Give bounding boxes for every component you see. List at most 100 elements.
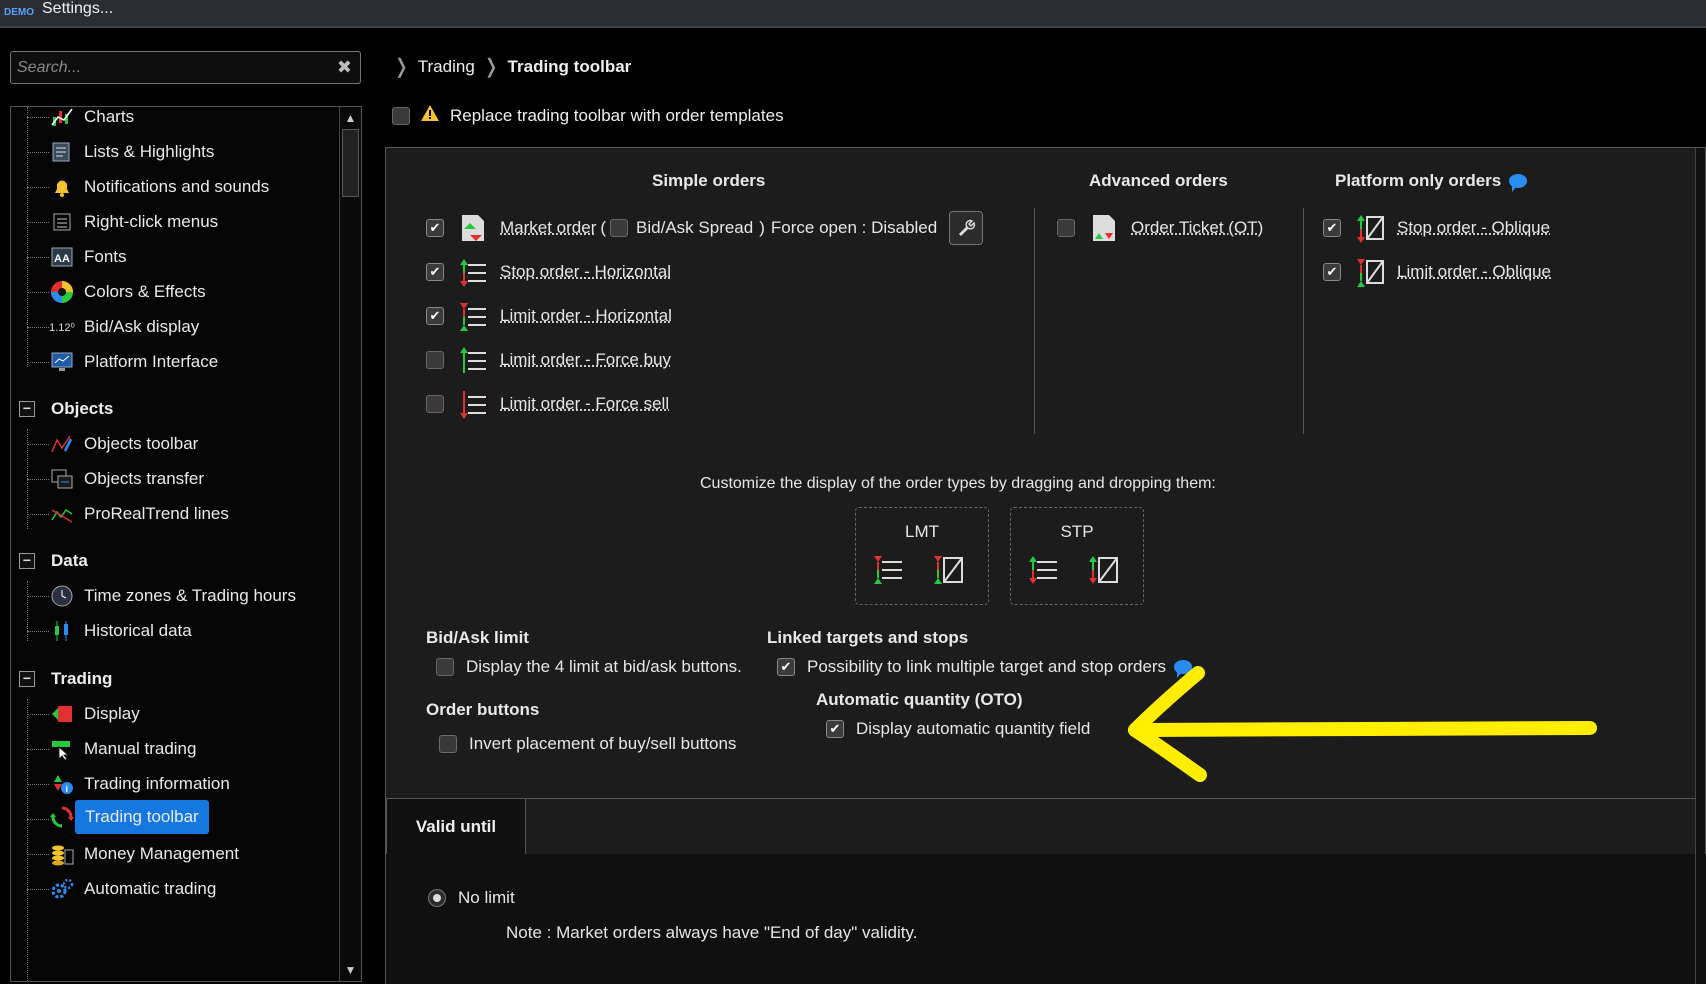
scroll-up-icon[interactable]: ▲ bbox=[340, 107, 361, 129]
tree-item-label: Trading toolbar bbox=[75, 800, 209, 834]
limit-horizontal-icon[interactable] bbox=[872, 554, 904, 591]
wrench-icon[interactable] bbox=[949, 211, 984, 245]
order-row-limit-oblique: ✔ Limit order - Oblique bbox=[1323, 254, 1551, 290]
monitor-icon bbox=[49, 349, 75, 375]
limit-horizontal-link[interactable]: Limit order - Horizontal bbox=[500, 306, 672, 326]
stop-oblique-link[interactable]: Stop order - Oblique bbox=[1397, 218, 1550, 238]
tree-item-manual-trading[interactable]: Manual trading bbox=[49, 734, 196, 764]
tree-category-objects[interactable]: − Objects bbox=[19, 399, 113, 419]
breadcrumb-parent[interactable]: Trading bbox=[418, 57, 475, 77]
order-ticket-checkbox[interactable] bbox=[1057, 219, 1075, 237]
no-limit-radio[interactable] bbox=[428, 889, 446, 907]
limit-oblique-link[interactable]: Limit order - Oblique bbox=[1397, 262, 1551, 282]
tree-item-timezones[interactable]: Time zones & Trading hours bbox=[49, 581, 296, 611]
tree-item-objects-transfer[interactable]: Objects transfer bbox=[49, 464, 204, 494]
tree-item-trading-information[interactable]: i Trading information bbox=[49, 769, 230, 799]
bidask-spread-checkbox[interactable] bbox=[610, 219, 629, 237]
platform-orders-heading: Platform only orders bbox=[1335, 171, 1528, 192]
tree-item-display[interactable]: Display bbox=[49, 699, 140, 729]
tree-item-label: Trading information bbox=[84, 774, 230, 793]
tree-item-money-management[interactable]: Money Management bbox=[49, 839, 239, 869]
auto-qty-checkbox[interactable]: ✔ bbox=[826, 720, 844, 738]
scroll-down-icon[interactable]: ▼ bbox=[340, 959, 361, 981]
coins-icon bbox=[49, 841, 75, 867]
limit-oblique-icon bbox=[1353, 255, 1387, 289]
order-ticket-link[interactable]: Order Ticket (OT) bbox=[1131, 218, 1263, 238]
tree-item-charts[interactable]: Charts bbox=[49, 107, 134, 132]
candles-icon bbox=[49, 618, 75, 644]
tree-item-colors[interactable]: Colors & Effects bbox=[49, 277, 206, 307]
tree-item-label: Display bbox=[84, 704, 140, 723]
title-bar: DEMO Settings... bbox=[0, 0, 1706, 28]
tree-item-historical[interactable]: Historical data bbox=[49, 616, 192, 646]
stop-oblique-checkbox[interactable]: ✔ bbox=[1323, 219, 1341, 237]
lmt-label: LMT bbox=[905, 522, 939, 541]
tree-item-automatic-trading[interactable]: Automatic trading bbox=[49, 874, 216, 904]
market-order-checkbox[interactable]: ✔ bbox=[426, 219, 444, 237]
stop-horizontal-checkbox[interactable]: ✔ bbox=[426, 263, 444, 281]
limit-oblique-icon[interactable] bbox=[932, 554, 964, 591]
close-icon[interactable]: ✖ bbox=[337, 57, 352, 78]
tree-item-prorealtrend[interactable]: ProRealTrend lines bbox=[49, 499, 229, 529]
tree-category-trading[interactable]: − Trading bbox=[19, 669, 112, 689]
collapse-icon[interactable]: − bbox=[19, 401, 35, 417]
tree-item-label: Objects transfer bbox=[84, 469, 204, 488]
tree-item-trading-toolbar[interactable]: Trading toolbar bbox=[49, 800, 209, 834]
tree-item-notifications[interactable]: Notifications and sounds bbox=[49, 172, 269, 202]
stp-drop-box[interactable]: STP bbox=[1010, 507, 1144, 605]
order-row-force-sell: Limit order - Force sell bbox=[426, 386, 669, 422]
tree-item-bidask[interactable]: 1.12⁰ Bid/Ask display bbox=[49, 312, 199, 342]
display-icon bbox=[49, 701, 75, 727]
force-sell-link[interactable]: Limit order - Force sell bbox=[500, 394, 669, 414]
stop-horizontal-icon[interactable] bbox=[1027, 554, 1059, 591]
order-row-stop-oblique: ✔ Stop order - Oblique bbox=[1323, 210, 1550, 246]
bidask-spread-label: Bid/Ask Spread bbox=[636, 218, 754, 237]
breadcrumb-separator-icon: ❭ bbox=[482, 56, 500, 78]
info-bubble-icon[interactable] bbox=[1509, 174, 1528, 192]
window-title: Settings... bbox=[42, 0, 114, 17]
no-limit-row: No limit bbox=[428, 888, 515, 908]
lmt-drop-box[interactable]: LMT bbox=[855, 507, 989, 605]
scroll-thumb[interactable] bbox=[342, 129, 359, 197]
limit-horizontal-checkbox[interactable]: ✔ bbox=[426, 307, 444, 325]
order-buttons-row: Invert placement of buy/sell buttons bbox=[439, 734, 736, 754]
force-buy-link[interactable]: Limit order - Force buy bbox=[500, 350, 671, 370]
collapse-icon[interactable]: − bbox=[19, 553, 35, 569]
paren-close: ) bbox=[759, 218, 765, 237]
fonts-icon: AA bbox=[49, 244, 75, 270]
market-order-link[interactable]: Market order bbox=[500, 218, 596, 238]
invert-buttons-label: Invert placement of buy/sell buttons bbox=[469, 734, 737, 753]
tab-valid-until[interactable]: Valid until bbox=[386, 798, 526, 854]
force-buy-checkbox[interactable] bbox=[426, 351, 444, 369]
charts-icon bbox=[49, 107, 75, 130]
force-sell-checkbox[interactable] bbox=[426, 395, 444, 413]
search-input[interactable] bbox=[17, 56, 327, 80]
breadcrumb-separator-icon: ❭ bbox=[393, 56, 410, 78]
tree-item-fonts[interactable]: AA Fonts bbox=[49, 242, 127, 272]
replace-toolbar-row: Replace trading toolbar with order templ… bbox=[392, 104, 784, 127]
info-icon: i bbox=[49, 771, 75, 797]
category-label: Trading bbox=[51, 669, 113, 688]
linked-checkbox[interactable]: ✔ bbox=[777, 658, 795, 676]
tree-item-label: Objects toolbar bbox=[84, 434, 199, 453]
invert-buttons-checkbox[interactable] bbox=[439, 735, 457, 753]
tree-scrollbar[interactable]: ▲ ▼ bbox=[339, 107, 361, 981]
order-row-stop-horizontal: ✔ Stop order - Horizontal bbox=[426, 254, 671, 290]
tree-item-objects-toolbar[interactable]: Objects toolbar bbox=[49, 429, 198, 459]
stop-horizontal-link[interactable]: Stop order - Horizontal bbox=[500, 262, 671, 282]
bell-icon bbox=[49, 174, 75, 200]
bidask-limit-checkbox[interactable] bbox=[436, 658, 454, 676]
stop-horizontal-icon bbox=[456, 255, 490, 289]
panel-scrollbar[interactable] bbox=[1695, 148, 1705, 984]
stop-oblique-icon[interactable] bbox=[1087, 554, 1119, 591]
tree-item-platform-interface[interactable]: Platform Interface bbox=[49, 347, 218, 377]
auto-qty-label: Display automatic quantity field bbox=[856, 719, 1091, 738]
limit-oblique-checkbox[interactable]: ✔ bbox=[1323, 263, 1341, 281]
tree-item-lists[interactable]: Lists & Highlights bbox=[49, 137, 214, 167]
tree-item-label: Colors & Effects bbox=[84, 282, 206, 301]
simple-orders-heading: Simple orders bbox=[652, 171, 766, 190]
tree-item-right-click[interactable]: Right-click menus bbox=[49, 207, 218, 237]
collapse-icon[interactable]: − bbox=[19, 671, 35, 687]
tree-category-data[interactable]: − Data bbox=[19, 551, 88, 571]
replace-toolbar-checkbox[interactable] bbox=[392, 106, 410, 125]
